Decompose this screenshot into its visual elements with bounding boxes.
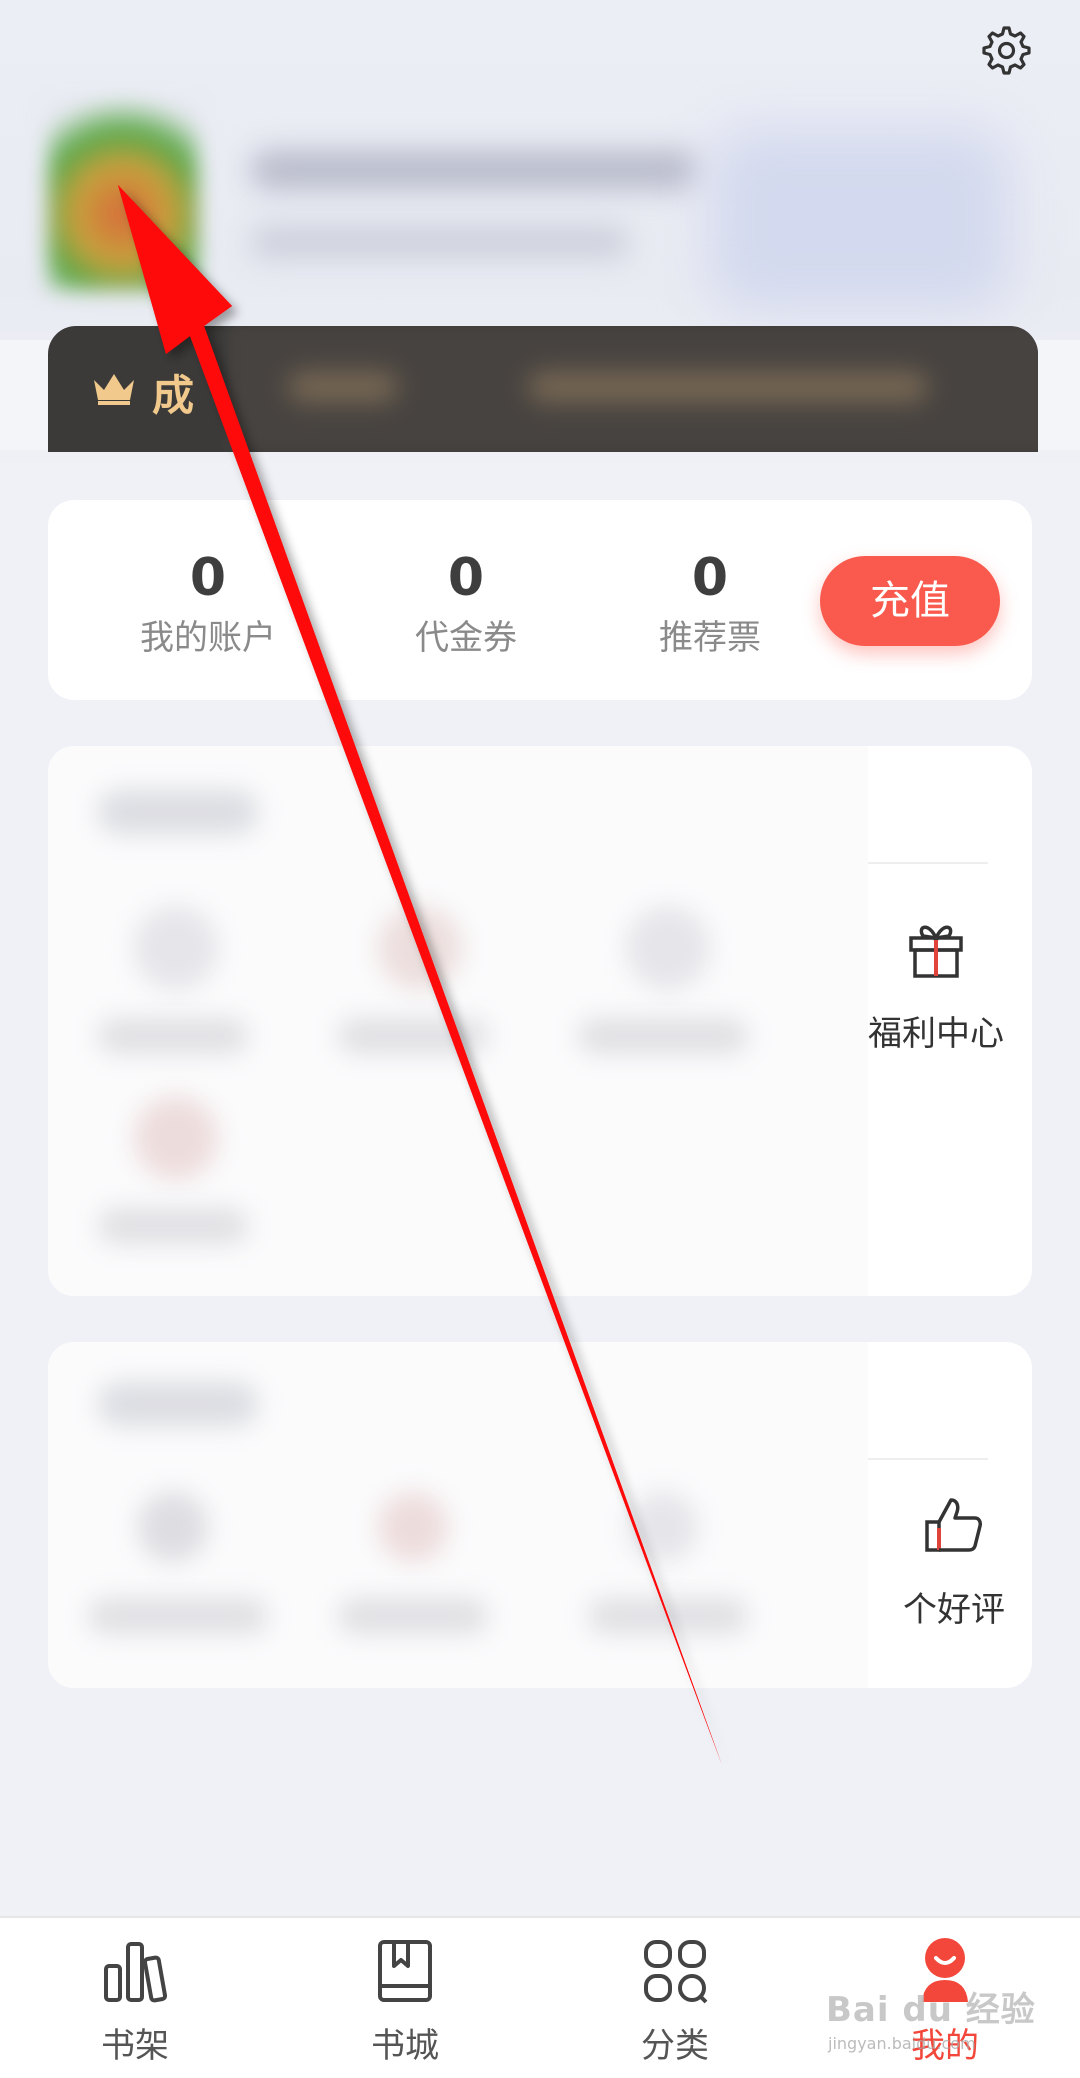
vip-blur-text-1 — [288, 372, 398, 402]
thumbs-up-icon — [925, 1498, 982, 1552]
book-icon — [378, 1940, 432, 2002]
user-id-blur — [250, 225, 630, 259]
blur-label — [88, 1598, 268, 1634]
account-card: 0 我的账户 0 代金券 0 推荐票 充值 — [48, 500, 1032, 700]
watermark-sub: jingyan.baidu.com — [828, 2034, 976, 2053]
avatar[interactable] — [48, 100, 198, 290]
vip-info-blur — [228, 326, 1038, 452]
watermark: Bai du 经验 — [826, 1990, 1036, 2030]
grid-icon — [644, 1940, 708, 2004]
services-card: 福利中心 — [48, 746, 1032, 1296]
username-blur — [250, 150, 700, 190]
blur-title — [98, 790, 258, 834]
crown-icon — [94, 374, 134, 405]
blur-label — [98, 1208, 248, 1244]
blur-icon — [134, 1096, 218, 1180]
nav-bookstore[interactable]: 书城 — [320, 1936, 490, 2067]
blur-title — [98, 1382, 258, 1426]
blur-icon — [378, 1492, 448, 1562]
vip-label: 成 — [152, 371, 195, 420]
blur-icon — [134, 906, 218, 990]
vip-banner[interactable]: 成 — [48, 326, 1038, 452]
gift-icon — [909, 925, 963, 978]
stat-value: 0 — [691, 548, 729, 608]
welfare-center[interactable]: 福利中心 — [836, 916, 1032, 1055]
stat-recommend-ticket[interactable]: 0 推荐票 — [600, 548, 820, 659]
user-info-blurred[interactable] — [240, 110, 1040, 310]
blur-icon — [378, 906, 462, 990]
blur-label — [588, 1598, 748, 1634]
nav-label: 书城 — [371, 2026, 439, 2066]
blur-label — [98, 1018, 248, 1054]
blurred-services — [48, 746, 868, 1296]
gear-icon — [982, 26, 1031, 75]
stat-value: 0 — [189, 548, 227, 608]
stat-label: 代金券 — [415, 618, 517, 658]
nav-label: 书架 — [101, 2026, 169, 2066]
blur-label — [578, 1018, 748, 1054]
more-card: 个好评 — [48, 1342, 1032, 1688]
nav-category[interactable]: 分类 — [590, 1936, 760, 2067]
stat-label: 推荐票 — [659, 618, 761, 658]
blur-label — [338, 1018, 488, 1054]
stat-label: 我的账户 — [140, 618, 276, 658]
stat-voucher[interactable]: 0 代金券 — [356, 548, 576, 659]
nav-label: 分类 — [641, 2026, 709, 2066]
stat-account[interactable]: 0 我的账户 — [98, 548, 318, 659]
blurred-more — [48, 1342, 868, 1688]
welfare-label: 福利中心 — [868, 1014, 1004, 1054]
give-review[interactable]: 个好评 — [854, 1492, 1032, 1631]
blur-label — [338, 1598, 488, 1634]
stat-value: 0 — [447, 548, 485, 608]
settings-button[interactable] — [976, 22, 1032, 78]
nav-bookshelf[interactable]: 书架 — [50, 1936, 220, 2067]
blur-icon — [628, 1492, 698, 1562]
recharge-button[interactable]: 充值 — [820, 556, 1000, 646]
blur-icon — [626, 906, 710, 990]
blur-icon — [138, 1492, 208, 1562]
badge-blur — [710, 130, 1010, 310]
bar-chart-icon — [104, 1942, 168, 2003]
vip-blur-text-2 — [528, 372, 928, 402]
review-label: 个好评 — [903, 1590, 1005, 1630]
